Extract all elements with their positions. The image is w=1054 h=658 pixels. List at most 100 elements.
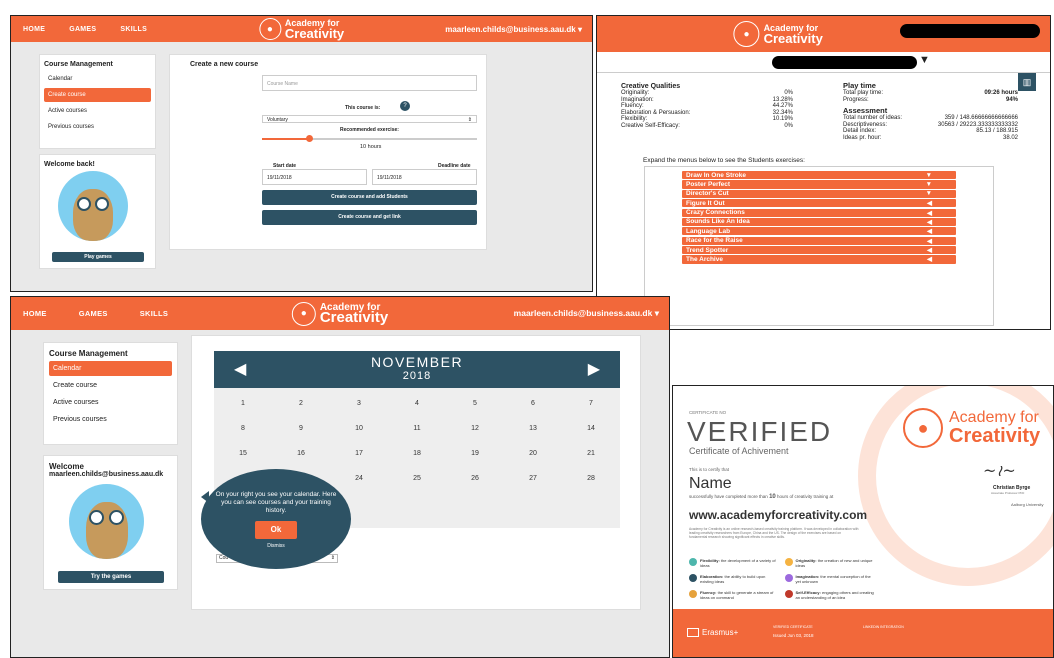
- menu-calendar[interactable]: Calendar: [49, 361, 172, 376]
- owl-logo-icon: ●: [258, 18, 281, 40]
- prev-month-icon[interactable]: ◀: [234, 359, 246, 379]
- exercise-row[interactable]: Poster Perfect ▼: [682, 180, 956, 189]
- exercise-row[interactable]: Draw In One Stroke ▼: [682, 171, 956, 180]
- nav-skills[interactable]: SKILLS: [128, 309, 180, 318]
- deadline-date-input[interactable]: 19/11/2018: [372, 169, 477, 185]
- calendar-day[interactable]: 10: [330, 416, 388, 441]
- menu-create-course[interactable]: Create course: [44, 88, 151, 102]
- ok-button[interactable]: Ok: [255, 521, 297, 539]
- calendar-day[interactable]: 14: [562, 416, 620, 441]
- assessment-row: Ideas pr. hour: 38.02: [843, 135, 1018, 142]
- select-arrows-icon: ⇕: [467, 117, 472, 123]
- calendar-day[interactable]: 11: [388, 416, 446, 441]
- playtime-list: Total play time: 09:26 hours Progress: 94%: [843, 90, 1018, 103]
- onboarding-tooltip: On your right you see your calendar. Her…: [201, 469, 351, 569]
- exercise-name: Director's Cut: [686, 190, 729, 198]
- owl-logo-icon: ●: [733, 21, 760, 47]
- calendar-day[interactable]: 28: [562, 466, 620, 491]
- calendar-day[interactable]: 17: [330, 441, 388, 466]
- quality-value: 0%: [784, 122, 793, 129]
- exercise-row[interactable]: Crazy Connections ◀: [682, 208, 956, 217]
- course-management-card: Course Management Calendar Create course…: [43, 342, 178, 445]
- next-month-icon[interactable]: ▶: [588, 359, 600, 379]
- course-management-card: Course Management Calendar Create course…: [39, 54, 156, 149]
- calendar-day[interactable]: 20: [504, 441, 562, 466]
- quality-row: Creative Self-Efficacy: 0%: [621, 123, 793, 130]
- exercise-row[interactable]: The Archive ◀: [682, 255, 956, 264]
- course-type-select[interactable]: Voluntary ⇕: [262, 115, 477, 123]
- menu-previous-courses[interactable]: Previous courses: [49, 412, 172, 427]
- chart-toggle-icon[interactable]: ▥: [1018, 73, 1036, 91]
- exercise-row[interactable]: Race for the Raise ◀: [682, 236, 956, 245]
- start-date-input[interactable]: 19/11/2018: [262, 169, 367, 185]
- calendar-day[interactable]: 9: [272, 416, 330, 441]
- exercise-row[interactable]: Director's Cut ▼: [682, 189, 956, 198]
- user-menu[interactable]: maarleen.childs@business.aau.dk ▾: [445, 25, 582, 34]
- rec-ex-label: Recommended exercise:: [340, 127, 399, 133]
- calendar-day[interactable]: 15: [214, 441, 272, 466]
- nav-skills[interactable]: SKILLS: [108, 26, 159, 33]
- help-icon[interactable]: ?: [400, 101, 410, 111]
- menu-create-course[interactable]: Create course: [49, 378, 172, 393]
- nav-games[interactable]: GAMES: [59, 309, 128, 318]
- exercise-slider[interactable]: [262, 135, 477, 142]
- nav-home[interactable]: HOME: [11, 309, 59, 318]
- nav-games[interactable]: GAMES: [57, 26, 108, 33]
- form-title: Create a new course: [190, 61, 259, 68]
- exercise-row[interactable]: Sounds Like An Idea ◀: [682, 217, 956, 227]
- logo[interactable]: ● Academy for Creativity: [733, 21, 823, 47]
- skill-icon: [784, 590, 793, 598]
- calendar-day[interactable]: 13: [504, 416, 562, 441]
- user-menu[interactable]: maarleen.childs@business.aau.dk ▾: [514, 308, 659, 319]
- calendar-day[interactable]: 16: [272, 441, 330, 466]
- calendar-day[interactable]: 25: [388, 466, 446, 491]
- play-games-button[interactable]: Play games: [52, 252, 144, 262]
- logo[interactable]: ● Academy for Creativity: [258, 18, 345, 41]
- create-course-form: Create a new course Course Name This cou…: [169, 54, 487, 250]
- calendar-day[interactable]: 5: [446, 391, 504, 416]
- calendar-day[interactable]: 27: [504, 466, 562, 491]
- calendar-day[interactable]: 1: [214, 391, 272, 416]
- signer-title: Associate Professor PhD: [991, 491, 1025, 495]
- certificate-subtitle: Certificate of Achivement: [689, 446, 789, 456]
- calendar-day[interactable]: 3: [330, 391, 388, 416]
- calendar-day[interactable]: 19: [446, 441, 504, 466]
- calendar-day[interactable]: 7: [562, 391, 620, 416]
- course-name-input[interactable]: Course Name: [262, 75, 477, 91]
- linkedin-integration[interactable]: LINKEDIN INTEGRATION: [863, 625, 904, 629]
- exercise-name: Draw In One Stroke: [686, 171, 746, 179]
- calendar-day[interactable]: 12: [446, 416, 504, 441]
- menu-active-courses[interactable]: Active courses: [49, 395, 172, 410]
- playtime-row: Progress: 94%: [843, 97, 1018, 104]
- chevron-down-icon[interactable]: ▼: [919, 54, 930, 66]
- exercise-row[interactable]: Figure It Out ◀: [682, 199, 956, 208]
- cert-logo-top: Academy for: [949, 409, 1039, 426]
- calendar-day[interactable]: 26: [446, 466, 504, 491]
- exercise-row[interactable]: Language Lab ◀: [682, 227, 956, 236]
- create-add-students-button[interactable]: Create course and add Students: [262, 190, 477, 205]
- try-games-button[interactable]: Try the games: [58, 571, 164, 583]
- exercises-box: Draw In One Stroke ▼ Poster Perfect ▼ Direct…: [644, 166, 994, 326]
- skill-icon: [689, 574, 697, 582]
- logo-bottom: Creativity: [284, 25, 345, 41]
- menu-active-courses[interactable]: Active courses: [44, 104, 151, 118]
- calendar-day[interactable]: 4: [388, 391, 446, 416]
- calendar-day[interactable]: 21: [562, 441, 620, 466]
- create-get-link-button[interactable]: Create course and get link: [262, 210, 477, 225]
- calendar-day[interactable]: 8: [214, 416, 272, 441]
- assessment-title: Assessment: [843, 106, 888, 115]
- dismiss-link[interactable]: Dismiss: [213, 543, 339, 549]
- qualities-block: Creative Qualities Originality: 0% Imagina…: [621, 83, 793, 129]
- card-title: Course Management: [49, 349, 128, 358]
- slider-knob[interactable]: [306, 135, 314, 142]
- menu-calendar[interactable]: Calendar: [44, 72, 151, 86]
- logo[interactable]: ● Academy for Creativity: [291, 301, 388, 326]
- skills-grid: Flexibility: the development of a variet…: [689, 558, 874, 600]
- nav-home[interactable]: HOME: [11, 26, 57, 33]
- calendar-day[interactable]: 2: [272, 391, 330, 416]
- exercise-row[interactable]: Trend Spotter ◀: [682, 246, 956, 255]
- calendar-day[interactable]: 24: [330, 466, 388, 491]
- calendar-day[interactable]: 18: [388, 441, 446, 466]
- menu-previous-courses[interactable]: Previous courses: [44, 120, 151, 134]
- calendar-day[interactable]: 6: [504, 391, 562, 416]
